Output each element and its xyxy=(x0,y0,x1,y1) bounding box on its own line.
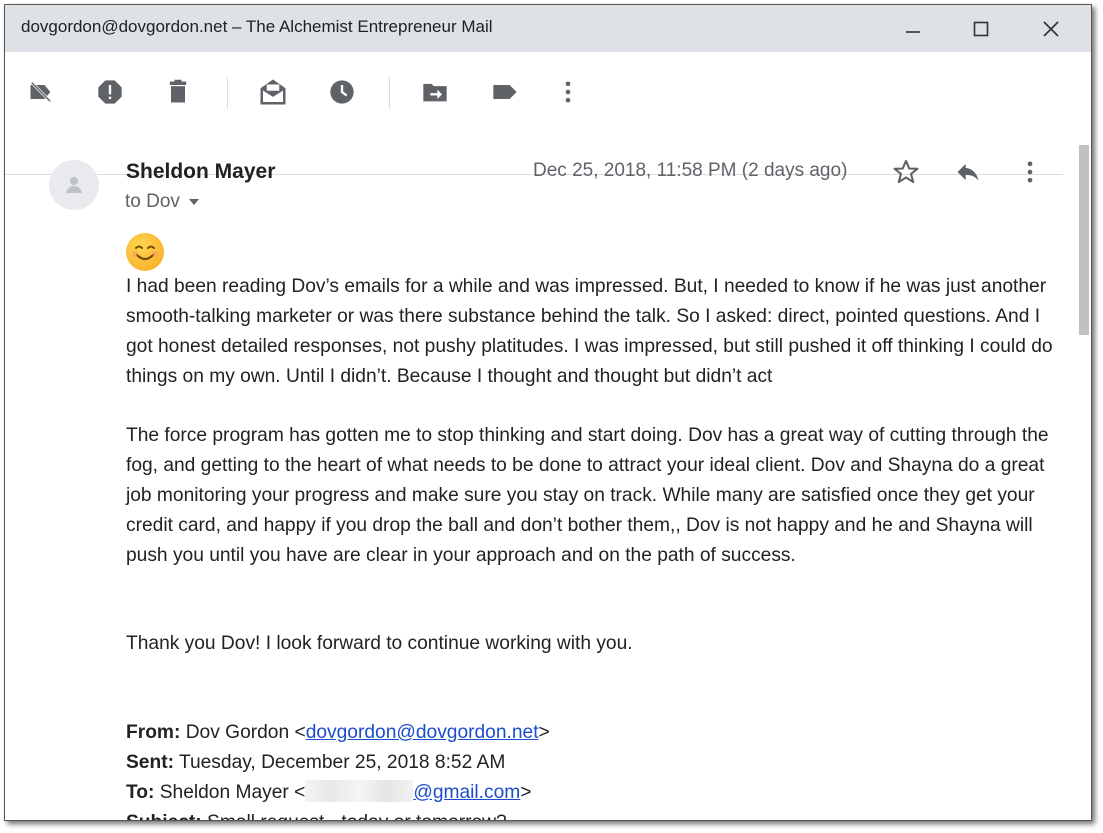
more-vert-icon[interactable] xyxy=(1013,155,1047,189)
quoted-from-line: From: Dov Gordon <dovgordon@dovgordon.ne… xyxy=(126,718,550,748)
from-email-link[interactable]: dovgordon@dovgordon.net xyxy=(306,722,539,743)
more-vert-icon[interactable] xyxy=(553,77,583,107)
reply-icon[interactable] xyxy=(951,155,985,189)
sent-label: Sent: xyxy=(126,752,174,773)
message-date: Dec 25, 2018, 11:58 PM (2 days ago) xyxy=(533,160,848,181)
chevron-down-icon xyxy=(188,199,199,205)
scrollbar-thumb[interactable] xyxy=(1079,145,1089,335)
sent-value: Tuesday, December 25, 2018 8:52 AM xyxy=(173,752,506,773)
star-icon[interactable] xyxy=(889,155,923,189)
move-to-icon[interactable] xyxy=(420,77,450,107)
from-close: > xyxy=(538,722,550,743)
scrollbar[interactable] xyxy=(1077,52,1091,820)
smiling-emoji-icon xyxy=(126,233,164,271)
to-email-link[interactable]: @gmail.com xyxy=(413,782,520,803)
message-paragraph: Thank you Dov! I look forward to continu… xyxy=(126,633,633,654)
to-close: > xyxy=(520,782,532,803)
redacted-text xyxy=(305,780,414,802)
message-paragraph: I had been reading Dov’s emails for a wh… xyxy=(126,276,1053,387)
mail-window: dovgordon@dovgordon.net – The Alchemist … xyxy=(4,4,1092,821)
from-name: Dov Gordon < xyxy=(180,722,306,743)
toolbar-divider xyxy=(227,77,228,109)
quoted-sent-line: Sent: Tuesday, December 25, 2018 8:52 AM xyxy=(126,748,550,778)
avatar xyxy=(49,160,99,210)
snooze-icon[interactable] xyxy=(327,77,357,107)
recipient-label: to Dov xyxy=(125,191,180,212)
report-spam-icon[interactable] xyxy=(95,77,125,107)
close-button[interactable] xyxy=(1021,5,1081,52)
label-icon[interactable] xyxy=(490,77,520,107)
recipient-details[interactable]: to Dov xyxy=(125,191,200,213)
minimize-icon xyxy=(906,30,920,33)
delete-icon[interactable] xyxy=(163,77,193,107)
label-off-icon[interactable] xyxy=(26,77,56,107)
subject-label: Subject: xyxy=(126,812,202,820)
window-title: dovgordon@dovgordon.net – The Alchemist … xyxy=(21,17,493,36)
person-icon xyxy=(66,177,82,193)
mark-unread-icon[interactable] xyxy=(258,77,288,107)
maximize-button[interactable] xyxy=(951,5,1011,52)
sender-name: Sheldon Mayer xyxy=(126,160,276,183)
quoted-header: From: Dov Gordon <dovgordon@dovgordon.ne… xyxy=(126,718,550,820)
maximize-icon xyxy=(973,21,989,36)
quoted-to-line: To: Sheldon Mayer < @gmail.com> xyxy=(126,778,550,808)
message-toolbar xyxy=(5,52,1091,175)
to-name: Sheldon Mayer < xyxy=(154,782,306,803)
close-icon xyxy=(1043,20,1059,37)
to-label: To: xyxy=(126,782,155,803)
minimize-button[interactable] xyxy=(883,5,943,52)
title-bar: dovgordon@dovgordon.net – The Alchemist … xyxy=(5,5,1091,52)
quoted-subject-line: Subject: Small request - today or tomorr… xyxy=(126,808,550,820)
message-paragraph: The force program has gotten me to stop … xyxy=(126,425,1049,566)
subject-value: Small request - today or tomorrow? xyxy=(202,812,507,820)
from-label: From: xyxy=(126,722,181,743)
toolbar-divider xyxy=(389,77,390,109)
